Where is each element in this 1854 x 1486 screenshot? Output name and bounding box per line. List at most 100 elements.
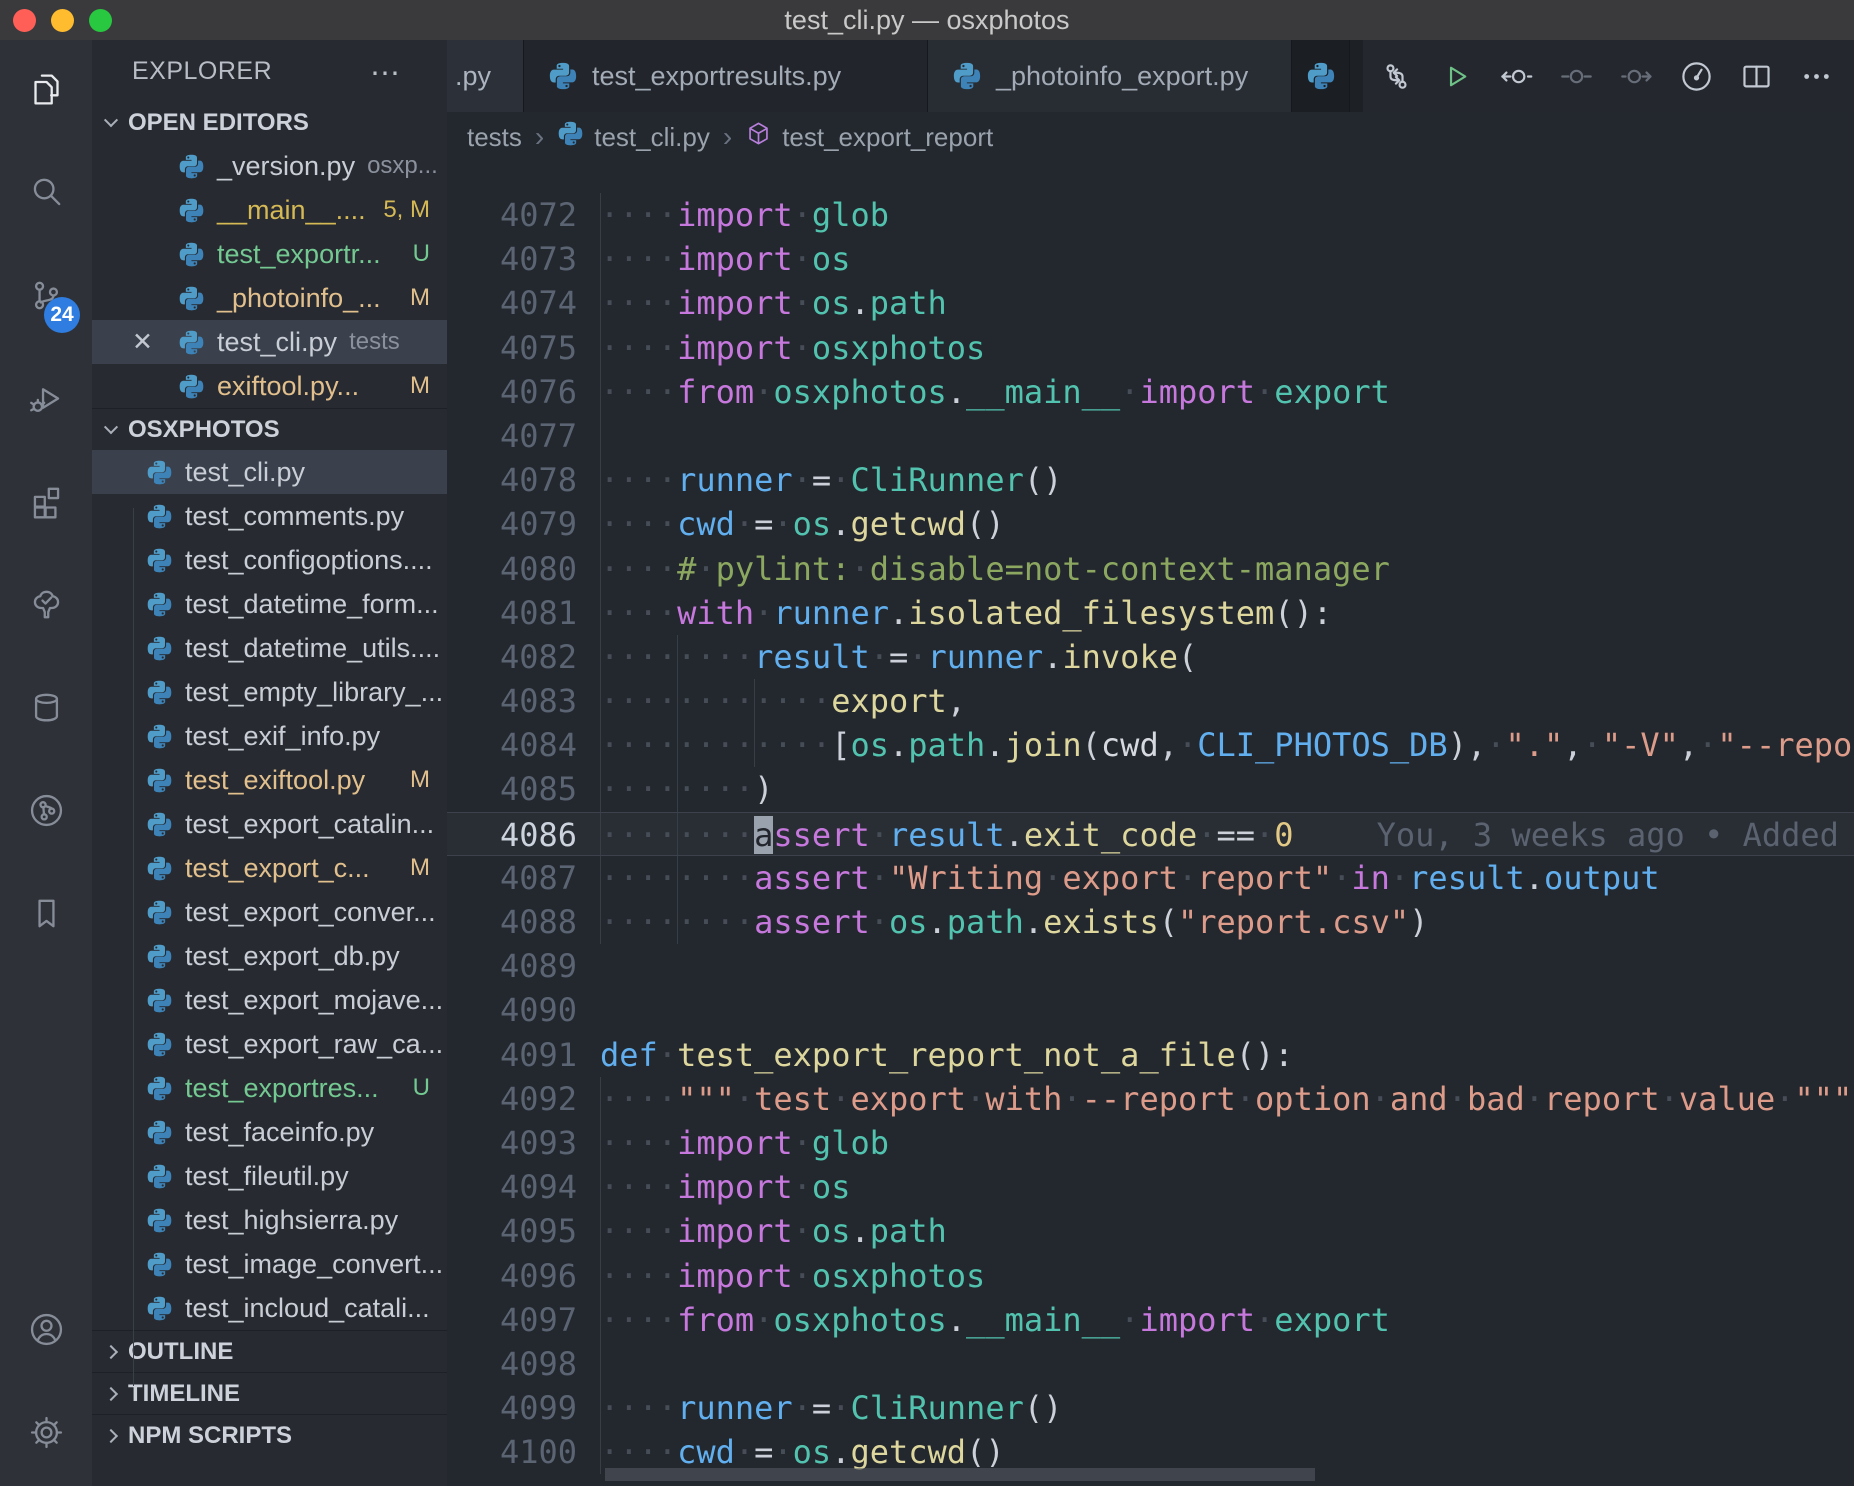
run-python-file-icon[interactable] [1439, 59, 1474, 94]
tree-item[interactable]: test_datetime_utils.... [92, 626, 447, 670]
previous-change-icon[interactable] [1499, 59, 1534, 94]
line-number[interactable]: 4099 [447, 1386, 577, 1430]
section-outline[interactable]: OUTLINE [92, 1330, 447, 1372]
code-line[interactable]: 4093····import·glob [447, 1121, 1854, 1165]
line-number[interactable]: 4080 [447, 547, 577, 591]
profile-icon[interactable] [1679, 59, 1714, 94]
line-number[interactable]: 4082 [447, 635, 577, 679]
section-timeline[interactable]: TIMELINE [92, 1372, 447, 1414]
line-number[interactable]: 4095 [447, 1209, 577, 1253]
code-line[interactable]: 4099····runner·=·CliRunner() [447, 1386, 1854, 1430]
horizontal-scrollbar[interactable] [605, 1468, 1315, 1481]
tree-item[interactable]: test_comments.py [92, 494, 447, 538]
code-line[interactable]: 4080····#·pylint:·disable=not-context-ma… [447, 547, 1854, 591]
code-line[interactable]: 4074····import·os.path [447, 281, 1854, 325]
tree-item[interactable]: test_export_mojave... [92, 978, 447, 1022]
line-number[interactable]: 4072 [447, 193, 577, 237]
open-editor-item[interactable]: ✕test_cli.pytests [92, 320, 447, 364]
code-line[interactable]: 4098 [447, 1342, 1854, 1386]
code-line[interactable]: 4086········assert·result.exit_code·==·0… [447, 812, 1854, 856]
code-line[interactable]: 4096····import·osxphotos [447, 1254, 1854, 1298]
open-editor-item[interactable]: _version.pyosxp... [92, 144, 447, 188]
code-line[interactable]: 4089 [447, 944, 1854, 988]
open-editor-item[interactable]: exiftool.py...M [92, 364, 447, 408]
line-number[interactable]: 4090 [447, 988, 577, 1032]
line-number[interactable]: 4096 [447, 1254, 577, 1298]
line-number[interactable]: 4081 [447, 591, 577, 635]
code-line[interactable]: 4085········) [447, 767, 1854, 811]
close-window-icon[interactable] [13, 9, 36, 32]
current-change-icon[interactable] [1559, 59, 1594, 94]
activity-bar-item-bookmarks[interactable] [0, 864, 92, 967]
line-number[interactable]: 4089 [447, 944, 577, 988]
tree-item[interactable]: test_image_convert... [92, 1242, 447, 1286]
tree-item[interactable]: test_export_conver... [92, 890, 447, 934]
sidebar-more-actions-icon[interactable]: ⋯ [370, 56, 400, 91]
line-number[interactable]: 4094 [447, 1165, 577, 1209]
code-line[interactable]: 4082········result·=·runner.invoke( [447, 635, 1854, 679]
open-editor-item[interactable]: __main__....5, M [92, 188, 447, 232]
activity-bar-item-database[interactable] [0, 658, 92, 761]
tree-item[interactable]: test_incloud_catali... [92, 1286, 447, 1330]
line-number[interactable]: 4073 [447, 237, 577, 281]
activity-bar-item-run-debug[interactable] [0, 349, 92, 452]
tree-item[interactable]: test_faceinfo.py [92, 1110, 447, 1154]
line-number[interactable]: 4078 [447, 458, 577, 502]
activity-bar-item-search[interactable] [0, 143, 92, 246]
line-number[interactable]: 4093 [447, 1121, 577, 1165]
activity-bar-item-accounts[interactable] [0, 1280, 92, 1383]
tree-item[interactable]: test_export_db.py [92, 934, 447, 978]
tree-item[interactable]: test_datetime_form... [92, 582, 447, 626]
breadcrumb-item[interactable]: test_export_report [745, 120, 993, 154]
code-line[interactable]: 4083············export, [447, 679, 1854, 723]
line-number[interactable]: 4083 [447, 679, 577, 723]
line-number[interactable]: 4087 [447, 856, 577, 900]
maximize-window-icon[interactable] [89, 9, 112, 32]
code-line[interactable]: 4095····import·os.path [447, 1209, 1854, 1253]
line-number[interactable]: 4074 [447, 281, 577, 325]
line-number[interactable]: 4075 [447, 326, 577, 370]
line-number[interactable]: 4100 [447, 1430, 577, 1474]
activity-bar-item-settings-gear[interactable] [0, 1383, 92, 1486]
breadcrumb-item[interactable]: test_cli.py [557, 120, 710, 154]
tree-item[interactable]: test_exif_info.py [92, 714, 447, 758]
code-line[interactable]: 4084············[os.path.join(cwd,·CLI_P… [447, 723, 1854, 767]
open-editor-item[interactable]: test_exportr...U [92, 232, 447, 276]
code-line[interactable]: 4097····from·osxphotos.__main__·import·e… [447, 1298, 1854, 1342]
open-editor-item[interactable]: _photoinfo_...M [92, 276, 447, 320]
code-line[interactable]: 4076····from·osxphotos.__main__·import·e… [447, 370, 1854, 414]
activity-bar-item-extensions[interactable] [0, 452, 92, 555]
tree-item[interactable]: test_empty_library_... [92, 670, 447, 714]
open-changes-icon[interactable] [1379, 59, 1414, 94]
line-number[interactable]: 4085 [447, 767, 577, 811]
code-line[interactable]: 4075····import·osxphotos [447, 326, 1854, 370]
tree-item[interactable]: test_configoptions.... [92, 538, 447, 582]
more-actions-icon[interactable] [1799, 59, 1834, 94]
tree-item[interactable]: test_export_c...M [92, 846, 447, 890]
line-number[interactable]: 4092 [447, 1077, 577, 1121]
line-number[interactable]: 4098 [447, 1342, 577, 1386]
tree-item[interactable]: test_exportres...U [92, 1066, 447, 1110]
tree-item[interactable]: test_export_catalin... [92, 802, 447, 846]
tree-item[interactable]: test_exiftool.pyM [92, 758, 447, 802]
tab-pinned[interactable] [1292, 40, 1350, 112]
activity-bar-item-git-graph[interactable] [0, 761, 92, 864]
split-editor-icon[interactable] [1739, 59, 1774, 94]
code-line[interactable]: 4081····with·runner.isolated_filesystem(… [447, 591, 1854, 635]
line-number[interactable]: 4077 [447, 414, 577, 458]
minimize-window-icon[interactable] [51, 9, 74, 32]
tab-.py[interactable]: .py [447, 40, 524, 112]
code-line[interactable]: 4078····runner·=·CliRunner() [447, 458, 1854, 502]
line-number[interactable]: 4084 [447, 723, 577, 767]
line-number[interactable]: 4097 [447, 1298, 577, 1342]
code-line[interactable]: 4092····"""·test·export·with·--report·op… [447, 1077, 1854, 1121]
code-line[interactable]: 4088········assert·os.path.exists("repor… [447, 900, 1854, 944]
section-project[interactable]: OSXPHOTOS [92, 408, 447, 450]
code-line[interactable]: 4087········assert·"Writing·export·repor… [447, 856, 1854, 900]
activity-bar-item-testing[interactable] [0, 555, 92, 658]
line-number[interactable]: 4076 [447, 370, 577, 414]
code-line[interactable]: 4077 [447, 414, 1854, 458]
code-line[interactable]: 4094····import·os [447, 1165, 1854, 1209]
tree-item[interactable]: test_fileutil.py [92, 1154, 447, 1198]
close-editor-icon[interactable]: ✕ [132, 327, 153, 357]
